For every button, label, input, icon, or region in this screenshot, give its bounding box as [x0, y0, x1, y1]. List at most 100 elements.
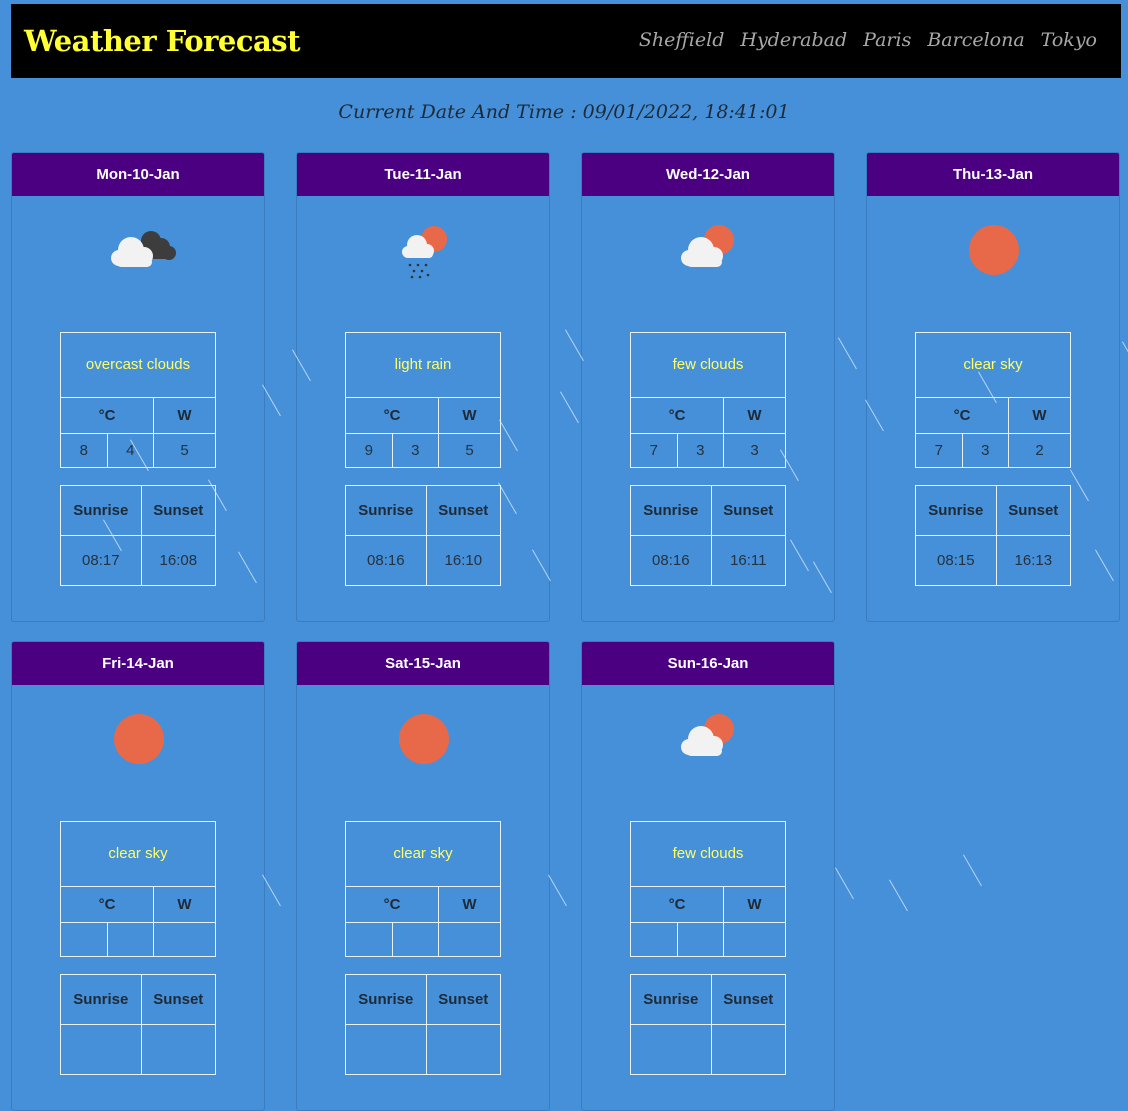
weather-description: overcast clouds: [60, 332, 216, 398]
wind-header: W: [438, 397, 501, 434]
forecast-card: Fri-14-Jan clear sky °C W Sunrise Sunset: [11, 641, 265, 1111]
temperature-value: 3: [676, 433, 724, 468]
clear-sky-icon: [944, 219, 1044, 283]
sunset-header: Sunset: [140, 974, 217, 1025]
celsius-header: °C: [345, 397, 439, 434]
sunset-header: Sunset: [710, 974, 787, 1025]
card-date: Fri-14-Jan: [12, 642, 264, 685]
sunset-header: Sunset: [995, 485, 1072, 536]
sunrise-sunset-table: Sunrise Sunset: [630, 974, 787, 1075]
sunset-header: Sunset: [425, 974, 502, 1025]
card-date: Tue-11-Jan: [297, 153, 549, 196]
temperature-wind-table: °C W 7 3 3: [630, 397, 786, 468]
wind-header: W: [1008, 397, 1071, 434]
forecast-card: Sun-16-Jan few clouds °C W Sunrise Sunset: [581, 641, 835, 1111]
temperature-value: 8: [60, 433, 108, 468]
wind-header: W: [153, 886, 216, 923]
temperature-value: [630, 922, 678, 957]
card-date: Sun-16-Jan: [582, 642, 834, 685]
wind-header: W: [438, 886, 501, 923]
sunrise-header: Sunrise: [630, 485, 712, 536]
wind-value: 5: [438, 433, 501, 468]
sunrise-header: Sunrise: [60, 974, 142, 1025]
wind-value: [153, 922, 216, 957]
celsius-header: °C: [630, 397, 724, 434]
sunrise-value: 08:16: [345, 535, 427, 586]
temperature-value: 4: [106, 433, 154, 468]
temperature-wind-table: °C W 7 3 2: [915, 397, 1071, 468]
wind-value: 2: [1008, 433, 1071, 468]
temperature-wind-table: °C W: [345, 886, 501, 957]
temperature-wind-table: °C W 8 4 5: [60, 397, 216, 468]
weather-description: clear sky: [915, 332, 1071, 398]
wind-value: [438, 922, 501, 957]
light-rain-icon: [374, 219, 474, 283]
sunset-value: [140, 1024, 217, 1075]
sunset-header: Sunset: [140, 485, 217, 536]
wind-header: W: [723, 397, 786, 434]
sunrise-header: Sunrise: [915, 485, 997, 536]
sunrise-value: 08:17: [60, 535, 142, 586]
temperature-wind-table: °C W 9 3 5: [345, 397, 501, 468]
card-date: Sat-15-Jan: [297, 642, 549, 685]
sunset-header: Sunset: [425, 485, 502, 536]
forecast-cards: Mon-10-Jan overcast clouds °C W 8 4 5 Sunrise Su…: [0, 0, 1128, 1111]
few-clouds-icon: [659, 708, 759, 772]
wind-header: W: [153, 397, 216, 434]
temperature-value: 3: [961, 433, 1009, 468]
temperature-value: [106, 922, 154, 957]
sunrise-value: [345, 1024, 427, 1075]
wind-value: 3: [723, 433, 786, 468]
temperature-wind-table: °C W: [630, 886, 786, 957]
temperature-wind-table: °C W: [60, 886, 216, 957]
sunset-value: 16:13: [995, 535, 1072, 586]
celsius-header: °C: [60, 886, 154, 923]
wind-value: [723, 922, 786, 957]
sunrise-header: Sunrise: [630, 974, 712, 1025]
sunrise-sunset-table: Sunrise Sunset 08:16 16:11: [630, 485, 787, 586]
celsius-header: °C: [60, 397, 154, 434]
celsius-header: °C: [915, 397, 1009, 434]
sunset-value: 16:10: [425, 535, 502, 586]
clear-sky-icon: [89, 708, 189, 772]
sunrise-value: 08:15: [915, 535, 997, 586]
sunrise-sunset-table: Sunrise Sunset 08:15 16:13: [915, 485, 1072, 586]
sunrise-value: [60, 1024, 142, 1075]
wind-value: 5: [153, 433, 216, 468]
card-date: Thu-13-Jan: [867, 153, 1119, 196]
sunrise-value: 08:16: [630, 535, 712, 586]
few-clouds-icon: [659, 219, 759, 283]
temperature-value: 7: [915, 433, 963, 468]
weather-description: few clouds: [630, 332, 786, 398]
forecast-card: Wed-12-Jan few clouds °C W 7 3 3 Sunrise Sunset 0…: [581, 152, 835, 622]
clear-sky-icon: [374, 708, 474, 772]
temperature-value: [345, 922, 393, 957]
sunrise-header: Sunrise: [60, 485, 142, 536]
sunset-header: Sunset: [710, 485, 787, 536]
forecast-card: Mon-10-Jan overcast clouds °C W 8 4 5 Sunrise Su…: [11, 152, 265, 622]
overcast-clouds-icon: [89, 219, 189, 283]
sunrise-sunset-table: Sunrise Sunset: [345, 974, 502, 1075]
sunrise-sunset-table: Sunrise Sunset 08:17 16:08: [60, 485, 217, 586]
sunset-value: [710, 1024, 787, 1075]
celsius-header: °C: [345, 886, 439, 923]
forecast-card: Tue-11-Jan light rain °C W 9 3 5 Sunrise Sunset 0…: [296, 152, 550, 622]
sunrise-sunset-table: Sunrise Sunset 08:16 16:10: [345, 485, 502, 586]
sunrise-value: [630, 1024, 712, 1075]
temperature-value: 9: [345, 433, 393, 468]
celsius-header: °C: [630, 886, 724, 923]
wind-header: W: [723, 886, 786, 923]
temperature-value: [60, 922, 108, 957]
temperature-value: 7: [630, 433, 678, 468]
weather-description: few clouds: [630, 821, 786, 887]
sunrise-header: Sunrise: [345, 485, 427, 536]
temperature-value: [391, 922, 439, 957]
sunset-value: [425, 1024, 502, 1075]
sunset-value: 16:08: [140, 535, 217, 586]
card-date: Mon-10-Jan: [12, 153, 264, 196]
forecast-card: Sat-15-Jan clear sky °C W Sunrise Sunset: [296, 641, 550, 1111]
weather-description: light rain: [345, 332, 501, 398]
forecast-card: Thu-13-Jan clear sky °C W 7 3 2 Sunrise Sunset 08…: [866, 152, 1120, 622]
temperature-value: [676, 922, 724, 957]
sunset-value: 16:11: [710, 535, 787, 586]
